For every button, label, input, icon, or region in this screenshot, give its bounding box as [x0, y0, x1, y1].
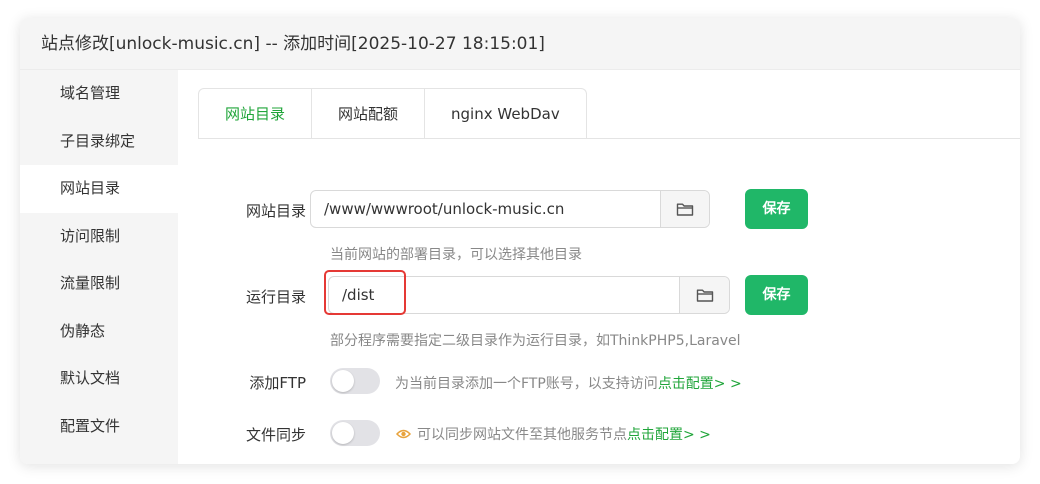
main-panel: 网站目录 网站配额 nginx WebDav 网站目录 保存 当前网站的部署目录…: [178, 70, 1020, 464]
tab-divider: [198, 138, 1020, 139]
sidebar-item-config-file[interactable]: 配置文件: [20, 403, 178, 451]
ftp-toggle-knob: [332, 370, 354, 392]
site-dir-folder-button[interactable]: [659, 191, 709, 227]
sync-hint: 可以同步网站文件至其他服务节点 点击配置> >: [396, 424, 711, 444]
sync-toggle[interactable]: [330, 420, 380, 446]
dialog-title: 站点修改[unlock-music.cn] -- 添加时间[2025-10-27…: [20, 18, 1020, 70]
folder-icon: [676, 203, 693, 216]
sidebar-item-default-doc[interactable]: 默认文档: [20, 355, 178, 403]
ftp-label: 添加FTP: [249, 374, 306, 392]
sidebar-item-subdir-binding[interactable]: 子目录绑定: [20, 118, 178, 166]
run-dir-hint: 部分程序需要指定二级目录作为运行目录，如ThinkPHP5,Laravel: [330, 333, 741, 349]
run-dir-label: 运行目录: [245, 288, 306, 306]
sync-config-link[interactable]: 点击配置> >: [627, 424, 711, 444]
sidebar-item-rewrite[interactable]: 伪静态: [20, 308, 178, 356]
ftp-config-link[interactable]: 点击配置> >: [658, 376, 742, 392]
ftp-hint-text: 为当前目录添加一个FTP账号，以支持访问: [395, 376, 658, 392]
sync-label: 文件同步: [245, 426, 306, 444]
site-dir-label: 网站目录: [245, 202, 306, 220]
folder-icon: [696, 289, 713, 302]
run-dir-folder-button[interactable]: [679, 277, 729, 313]
ftp-toggle[interactable]: [330, 368, 380, 394]
site-dir-input[interactable]: [311, 191, 660, 227]
sync-hint-text: 可以同步网站文件至其他服务节点: [417, 427, 627, 443]
ftp-hint: 为当前目录添加一个FTP账号，以支持访问点击配置> >: [395, 373, 742, 393]
tab-nginx-webdav[interactable]: nginx WebDav: [425, 88, 587, 138]
sidebar-item-domain[interactable]: 域名管理: [20, 70, 178, 118]
site-dir-save-button[interactable]: 保存: [745, 189, 808, 229]
eye-icon: [396, 429, 411, 439]
run-dir-save-button[interactable]: 保存: [745, 275, 808, 315]
sidebar-item-access-limit[interactable]: 访问限制: [20, 213, 178, 261]
sidebar-item-traffic-limit[interactable]: 流量限制: [20, 260, 178, 308]
tab-bar: 网站目录 网站配额 nginx WebDav: [198, 88, 587, 138]
tab-site-dir[interactable]: 网站目录: [198, 88, 313, 138]
tab-site-quota[interactable]: 网站配额: [312, 88, 426, 138]
sync-toggle-knob: [332, 422, 354, 444]
sidebar: 域名管理 子目录绑定 网站目录 访问限制 流量限制 伪静态 默认文档 配置文件: [20, 70, 178, 464]
run-dir-highlight: [324, 270, 406, 315]
sidebar-item-site-dir[interactable]: 网站目录: [20, 165, 178, 213]
site-edit-dialog: 站点修改[unlock-music.cn] -- 添加时间[2025-10-27…: [20, 18, 1020, 464]
site-dir-hint: 当前网站的部署目录，可以选择其他目录: [330, 247, 582, 263]
site-dir-input-group: [310, 190, 710, 228]
